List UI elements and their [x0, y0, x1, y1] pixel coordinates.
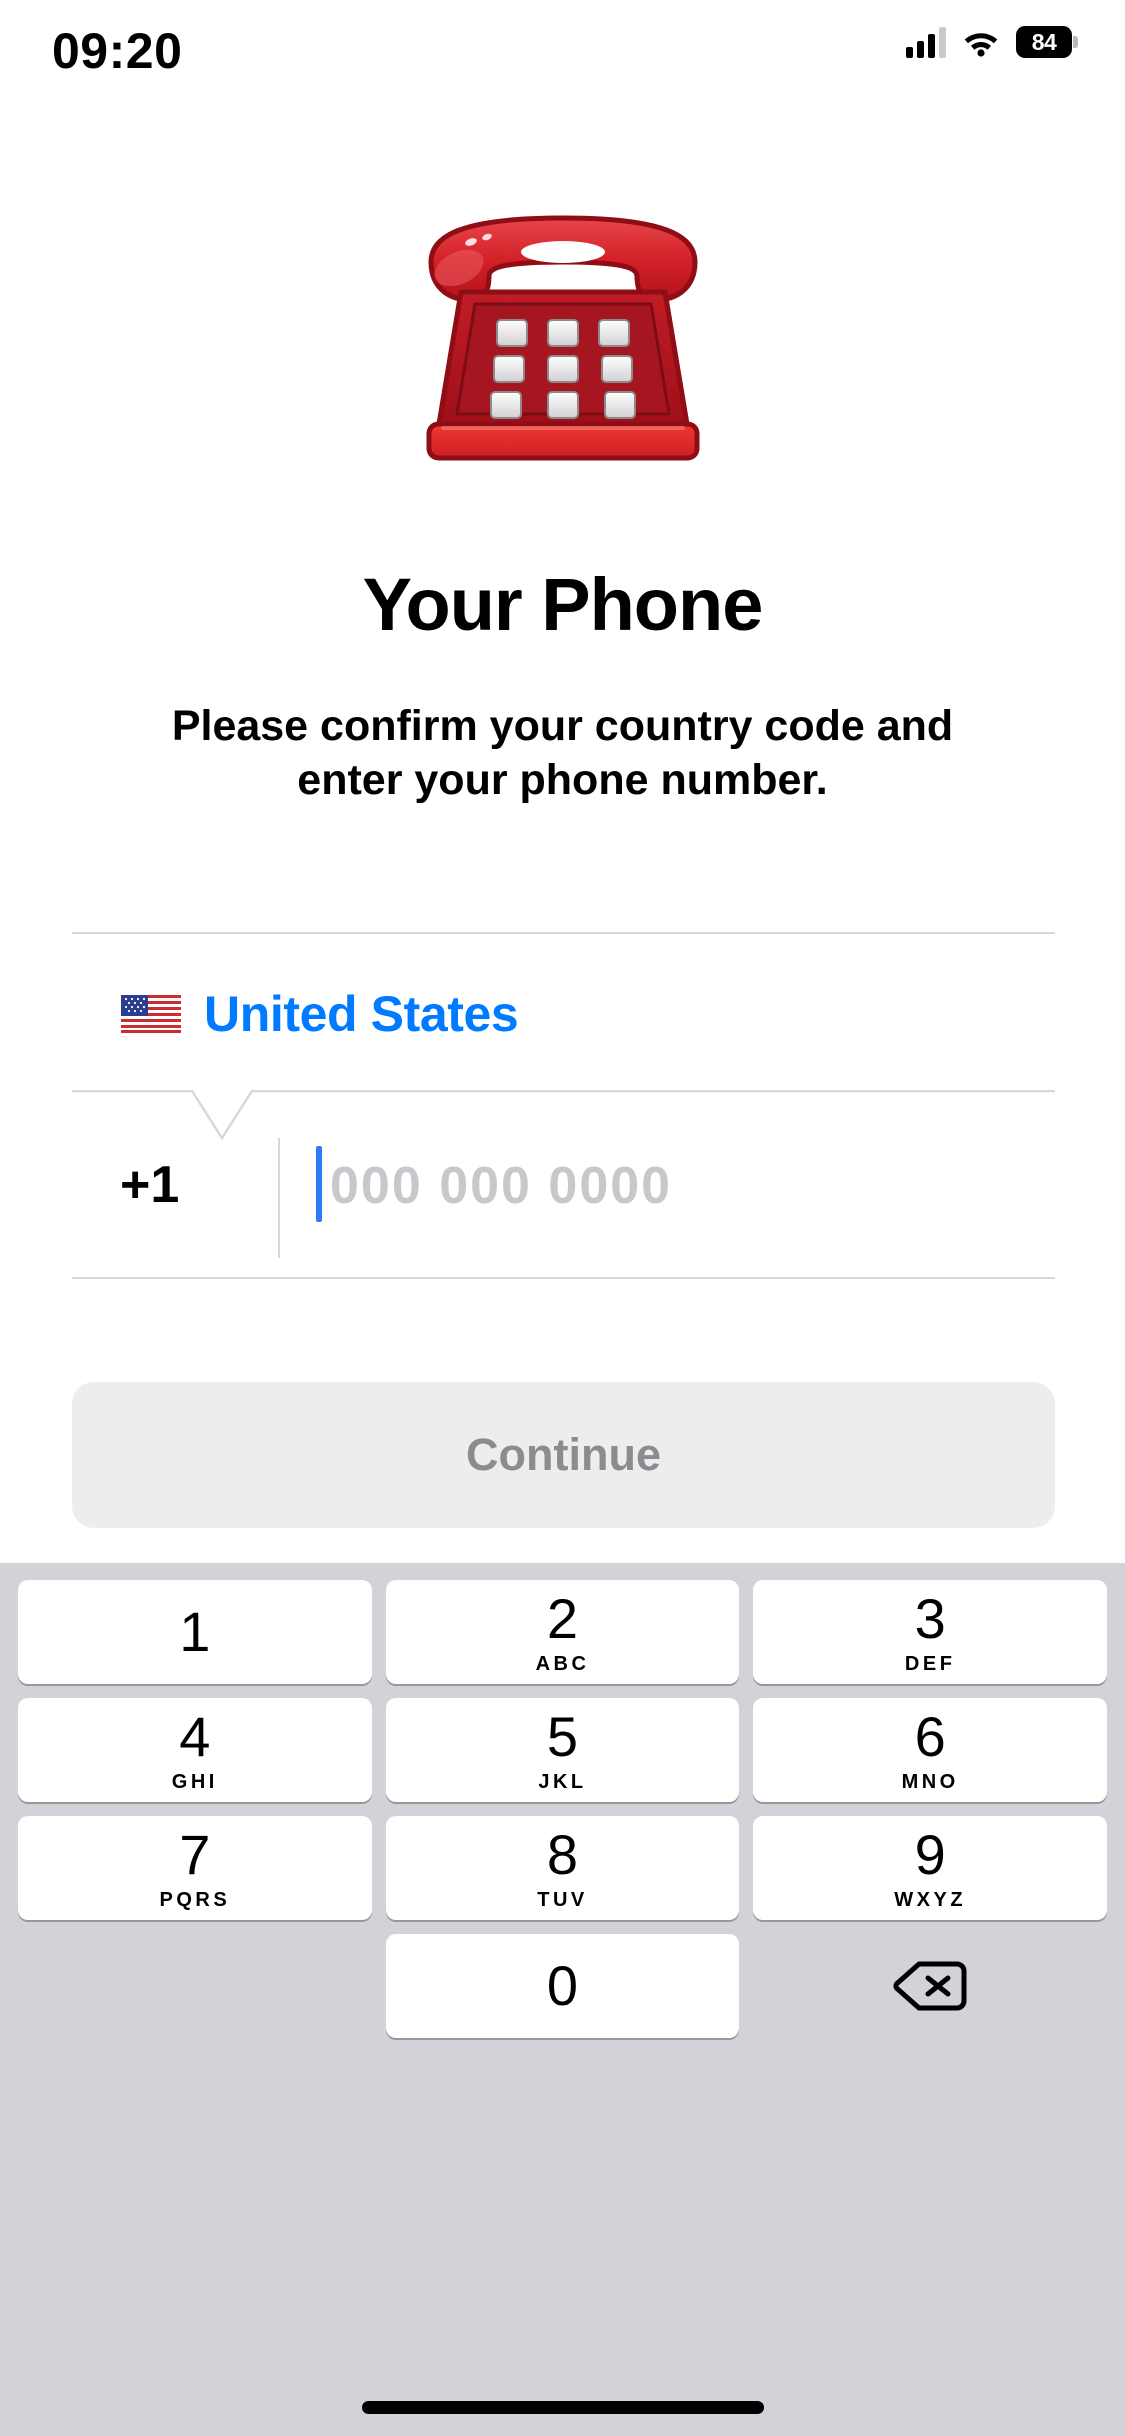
keypad-key-1[interactable]: 1 — [18, 1580, 372, 1684]
country-name-label: United States — [204, 986, 519, 1042]
keypad-grid: 1 2 ABC 3 DEF 4 GHI 5 JKL 6 MNO 7 PQRS 8… — [0, 1580, 1125, 2038]
country-selector[interactable]: United States — [120, 985, 519, 1043]
page-subtitle: Please confirm your country code and ent… — [171, 702, 954, 804]
dial-code-label: +1 — [120, 1156, 180, 1214]
key-letters: WXYZ — [894, 1888, 967, 1911]
cellular-bars-icon — [906, 26, 946, 58]
key-digit: 0 — [546, 1954, 579, 2017]
keypad-key-9[interactable]: 9 WXYZ — [753, 1816, 1107, 1920]
phone-number-entry-screen: 09:20 84 Your Phone Please confirm your … — [0, 0, 1125, 2436]
keypad-key-8[interactable]: 8 TUV — [385, 1816, 740, 1920]
keypad-key-2[interactable]: 2 ABC — [385, 1580, 740, 1684]
input-separator — [278, 1138, 280, 1258]
hero-illustration — [0, 206, 1125, 481]
key-digit: 9 — [914, 1822, 946, 1886]
key-digit: 6 — [914, 1704, 946, 1768]
key-digit: 1 — [179, 1600, 211, 1663]
key-letters: MNO — [901, 1770, 959, 1793]
divider-bottom — [72, 1277, 1055, 1279]
text-cursor — [316, 1146, 322, 1222]
wifi-icon — [964, 33, 998, 57]
divider-with-chevron — [72, 1090, 1055, 1150]
backspace-delete-icon — [893, 1961, 967, 2011]
status-bar-time: 09:20 — [52, 23, 183, 79]
keypad-key-3[interactable]: 3 DEF — [753, 1580, 1107, 1684]
home-indicator — [361, 2401, 764, 2414]
key-digit: 4 — [179, 1704, 211, 1768]
keypad-empty-slot — [18, 1934, 372, 2038]
keypad-key-6[interactable]: 6 MNO — [753, 1698, 1107, 1802]
key-digit: 3 — [914, 1586, 946, 1650]
key-digit: 5 — [546, 1704, 579, 1768]
telephone-emoji — [426, 215, 699, 461]
battery-level: 84 — [1031, 28, 1057, 55]
key-letters: PQRS — [159, 1888, 231, 1911]
key-letters: TUV — [537, 1888, 588, 1911]
chevron-down-icon — [72, 1090, 1055, 1141]
numeric-keypad: 1 2 ABC 3 DEF 4 GHI 5 JKL 6 MNO 7 PQRS 8… — [0, 1563, 1125, 2436]
battery-icon: 84 — [1016, 26, 1078, 58]
keypad-delete-key[interactable] — [753, 1934, 1107, 2038]
keypad-key-7[interactable]: 7 PQRS — [18, 1816, 372, 1920]
key-digit: 7 — [179, 1822, 211, 1886]
flag-united-states-icon — [121, 995, 181, 1033]
phone-number-input[interactable]: 000 000 0000 — [330, 1156, 672, 1216]
divider-top — [72, 932, 1055, 934]
continue-button[interactable]: Continue — [72, 1382, 1055, 1528]
keypad-key-0[interactable]: 0 — [385, 1934, 740, 2038]
status-bar: 09:20 84 — [0, 0, 1125, 132]
keypad-key-5[interactable]: 5 JKL — [385, 1698, 740, 1802]
status-bar-indicators: 84 — [906, 26, 1078, 58]
key-digit: 8 — [546, 1822, 579, 1886]
key-letters: ABC — [535, 1652, 590, 1675]
key-letters: JKL — [538, 1770, 587, 1793]
key-letters: DEF — [904, 1652, 956, 1675]
key-digit: 2 — [546, 1586, 579, 1650]
key-letters: GHI — [171, 1770, 218, 1793]
page-title: Your Phone — [362, 563, 764, 646]
keypad-key-4[interactable]: 4 GHI — [18, 1698, 372, 1802]
